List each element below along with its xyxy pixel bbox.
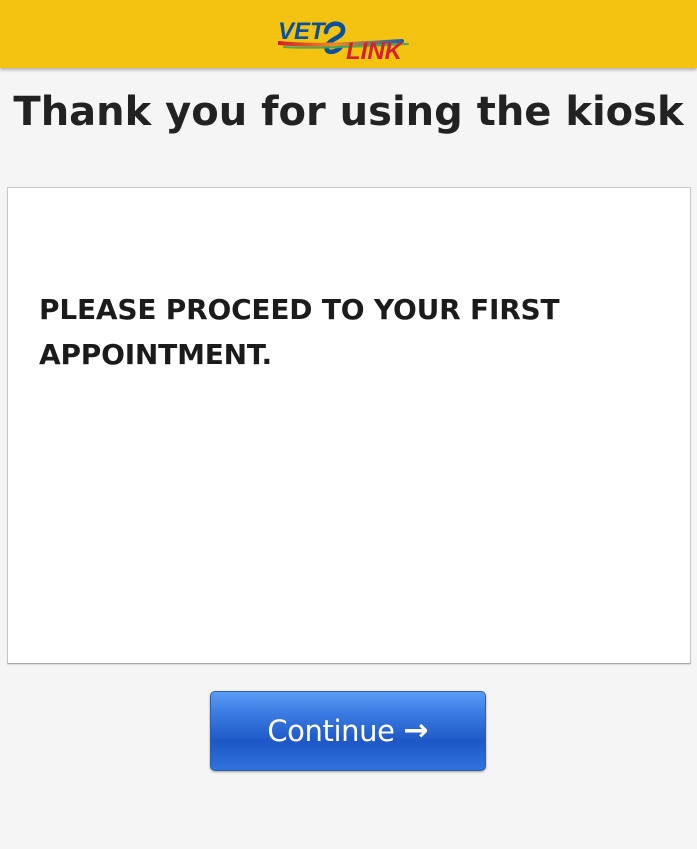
continue-label: Continue (267, 714, 395, 748)
logo-text-link: LINK (346, 38, 404, 62)
arrow-right-icon: → (403, 713, 429, 748)
logo-text-vet: VET (278, 18, 327, 45)
message-panel: PLEASE PROCEED TO YOUR FIRST APPOINTMENT… (7, 187, 691, 664)
page-title: Thank you for using the kiosk (13, 89, 684, 135)
header-bar: VET LINK (0, 0, 697, 68)
continue-button-content: Continue → (211, 692, 485, 770)
vetlink-logo-icon: VET LINK (278, 18, 409, 62)
vetlink-logo: VET LINK (278, 14, 418, 62)
continue-button[interactable]: Continue → (210, 691, 486, 771)
appointment-message: PLEASE PROCEED TO YOUR FIRST APPOINTMENT… (39, 293, 560, 371)
